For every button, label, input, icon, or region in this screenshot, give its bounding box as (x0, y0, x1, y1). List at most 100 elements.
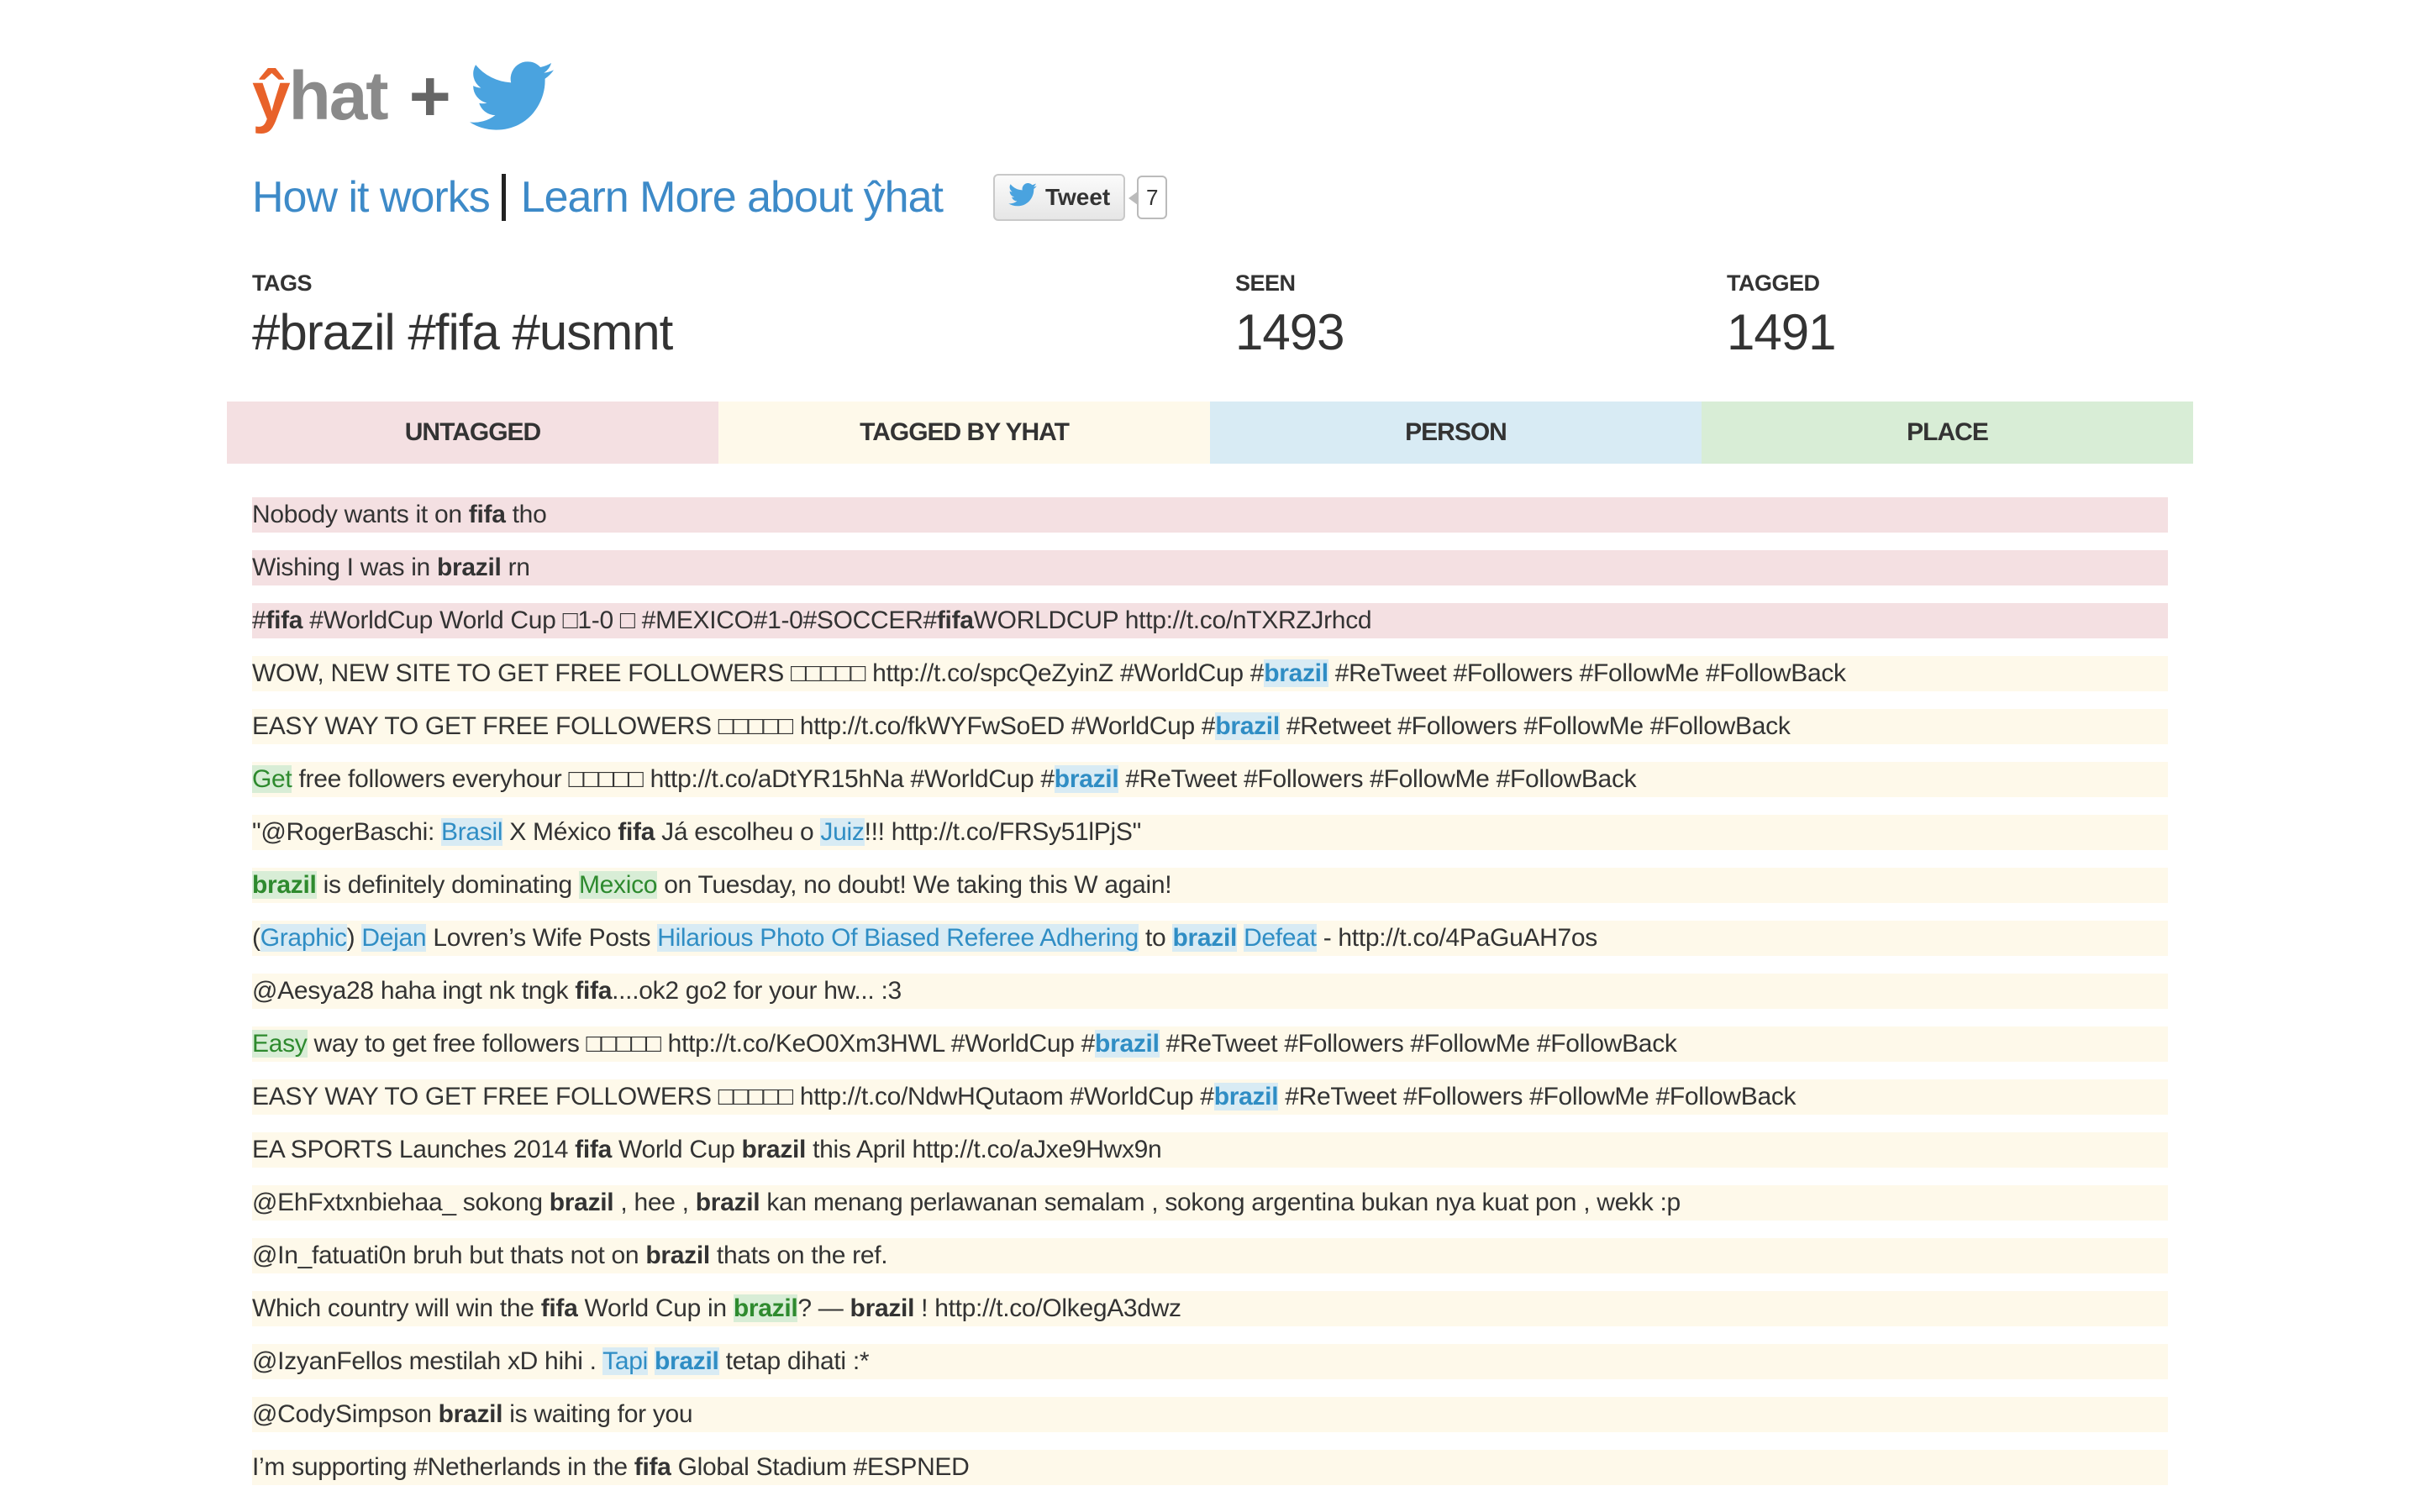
tweet-text: - http://t.co/4PaGuAH7os (1316, 924, 1598, 952)
place-entity: brazil (252, 871, 317, 899)
tweet-text: ) (346, 924, 362, 952)
tweet-text: #WorldCup World Cup □1-0 □ #MEXICO#1-0#S… (302, 606, 937, 634)
tagged-label: TAGGED (1727, 270, 1820, 296)
tweet-text: EASY WAY TO GET FREE FOLLOWERS □□□□□ htt… (252, 712, 1216, 740)
legend-tagged-by-yhat: TAGGED BY YHAT (718, 402, 1210, 464)
keyword-match: brazil (1172, 924, 1238, 952)
tweet-text: "@RogerBaschi: (252, 818, 442, 846)
tweet-text: World Cup in (577, 1294, 734, 1322)
tweet-text: @IzyanFellos mestilah xD hihi . (252, 1347, 603, 1375)
yhat-logo-y: ŷ (252, 58, 291, 134)
tweet-text: this April http://t.co/aJxe9Hwx9n (806, 1136, 1162, 1163)
tweet-text: tho (505, 501, 547, 528)
keyword-match: fifa (575, 1136, 612, 1163)
tweet-row: Wishing I was in brazil rn (252, 550, 2168, 585)
tweet-text: rn (501, 554, 530, 581)
tweet-button-label: Tweet (1044, 184, 1111, 210)
tweet-text: ? — (797, 1294, 850, 1322)
tweet-text: Wishing I was in (252, 554, 437, 581)
keyword-match: fifa (936, 606, 974, 634)
tweet-button[interactable]: Tweet (992, 174, 1126, 221)
tweet-text: is waiting for you (502, 1400, 693, 1428)
keyword-match: fifa (634, 1453, 671, 1481)
tweet-row: "@RogerBaschi: Brasil X México fifa Já e… (252, 815, 2168, 850)
tweet-text: way to get free followers □□□□□ http://t… (307, 1030, 1096, 1058)
tweet-row: @EhFxtxnbiehaa_ sokong brazil , hee , br… (252, 1185, 2168, 1221)
keyword-match: brazil (1264, 659, 1328, 687)
tweet-text: World Cup (611, 1136, 742, 1163)
tweet-text: #Retweet #Followers #FollowMe #FollowBac… (1279, 712, 1791, 740)
keyword-match: brazil (252, 871, 317, 899)
tweet-text: free followers everyhour □□□□□ http://t.… (292, 765, 1055, 793)
place-entity: brazil (733, 1294, 798, 1322)
keyword-match: brazil (733, 1294, 798, 1322)
tweet-text: X México (502, 818, 618, 846)
tweet-text: Global Stadium #ESPNED (671, 1453, 970, 1481)
tweet-row: Get free followers everyhour □□□□□ http:… (252, 762, 2168, 797)
tweet-text: WORLDCUP http://t.co/nTXRZJrhcd (973, 606, 1372, 634)
tweet-text: #ReTweet #Followers #FollowMe #FollowBac… (1328, 659, 1846, 687)
keyword-match: fifa (266, 606, 303, 634)
logo-row: ŷhat + (252, 50, 554, 143)
keyword-match: brazil (655, 1347, 719, 1375)
tweet-text: Já escolheu o (655, 818, 821, 846)
tweet-count[interactable]: 7 (1128, 176, 1168, 219)
stat-tags: TAGS #brazil #fifa #usmnt (252, 270, 673, 361)
tweet-text: to (1138, 924, 1173, 952)
legend-person: PERSON (1210, 402, 1702, 464)
tweet-text: EA SPORTS Launches 2014 (252, 1136, 576, 1163)
tweet-row: @In_fatuati0n bruh but thats not on braz… (252, 1238, 2168, 1273)
legend-place: PLACE (1702, 402, 2193, 464)
tweet-text: thats on the ref. (709, 1242, 888, 1269)
tweet-text: @EhFxtxnbiehaa_ sokong (252, 1189, 550, 1216)
tweet-row: brazil is definitely dominating Mexico o… (252, 868, 2168, 903)
tags-label: TAGS (252, 270, 313, 296)
yhat-logo-text: hat (288, 58, 389, 134)
tweet-text: on Tuesday, no doubt! We taking this W a… (657, 871, 1172, 899)
tweet-text (648, 1347, 655, 1375)
place-entity: Mexico (578, 871, 658, 899)
yhat-logo[interactable]: ŷhat (252, 62, 389, 131)
tweet-row: @IzyanFellos mestilah xD hihi . Tapi bra… (252, 1344, 2168, 1379)
twitter-bird-small-icon (1008, 182, 1037, 213)
tweet-widget: Tweet 7 (992, 174, 1168, 221)
place-entity: Get (252, 765, 292, 793)
twitter-bird-icon (469, 61, 554, 132)
stat-seen: SEEN 1493 (1235, 270, 1344, 361)
tweet-row: #fifa #WorldCup World Cup □1-0 □ #MEXICO… (252, 603, 2168, 638)
person-entity: brazil (1095, 1030, 1160, 1058)
tweet-text: # (252, 606, 266, 634)
keyword-match: brazil (436, 554, 502, 581)
place-entity: Easy (252, 1030, 308, 1058)
keyword-match: brazil (1215, 712, 1280, 740)
tweet-row: @CodySimpson brazil is waiting for you (252, 1397, 2168, 1432)
tagged-value: 1491 (1727, 304, 1836, 360)
tweet-text: #ReTweet #Followers #FollowMe #FollowBac… (1159, 1030, 1677, 1058)
tweet-row: EA SPORTS Launches 2014 fifa World Cup b… (252, 1132, 2168, 1168)
tweet-row: I’m supporting #Netherlands in the fifa … (252, 1450, 2168, 1485)
keyword-match: brazil (1054, 765, 1119, 793)
person-entity: Juiz (820, 818, 865, 846)
keyword-match: brazil (438, 1400, 503, 1428)
tweet-text: ....ok2 go2 for your hw... :3 (612, 977, 902, 1005)
tweet-row: @Aesya28 haha ingt nk tngk fifa....ok2 g… (252, 974, 2168, 1009)
tweet-row: (Graphic) Dejan Lovren’s Wife Posts Hila… (252, 921, 2168, 956)
tweet-text: WOW, NEW SITE TO GET FREE FOLLOWERS □□□□… (252, 659, 1265, 687)
tweet-text: #ReTweet #Followers #FollowMe #FollowBac… (1118, 765, 1637, 793)
tweet-row: EASY WAY TO GET FREE FOLLOWERS □□□□□ htt… (252, 709, 2168, 744)
tags-value: #brazil #fifa #usmnt (252, 304, 673, 360)
how-it-works-link[interactable]: How it works (252, 172, 491, 223)
person-entity: Tapi (602, 1347, 648, 1375)
person-entity: brazil (655, 1347, 719, 1375)
tweet-text: @Aesya28 haha ingt nk tngk (252, 977, 576, 1005)
person-entity: brazil (1264, 659, 1328, 687)
keyword-match: fifa (575, 977, 613, 1005)
keyword-match: fifa (540, 1294, 578, 1322)
person-entity: Defeat (1244, 924, 1317, 952)
person-entity: brazil (1215, 712, 1280, 740)
logo-plus: + (408, 56, 451, 137)
person-entity: Dejan (361, 924, 427, 952)
tweet-text: Which country will win the (252, 1294, 541, 1322)
person-entity: brazil (1054, 765, 1119, 793)
learn-more-link[interactable]: Learn More about ŷhat (521, 172, 944, 223)
